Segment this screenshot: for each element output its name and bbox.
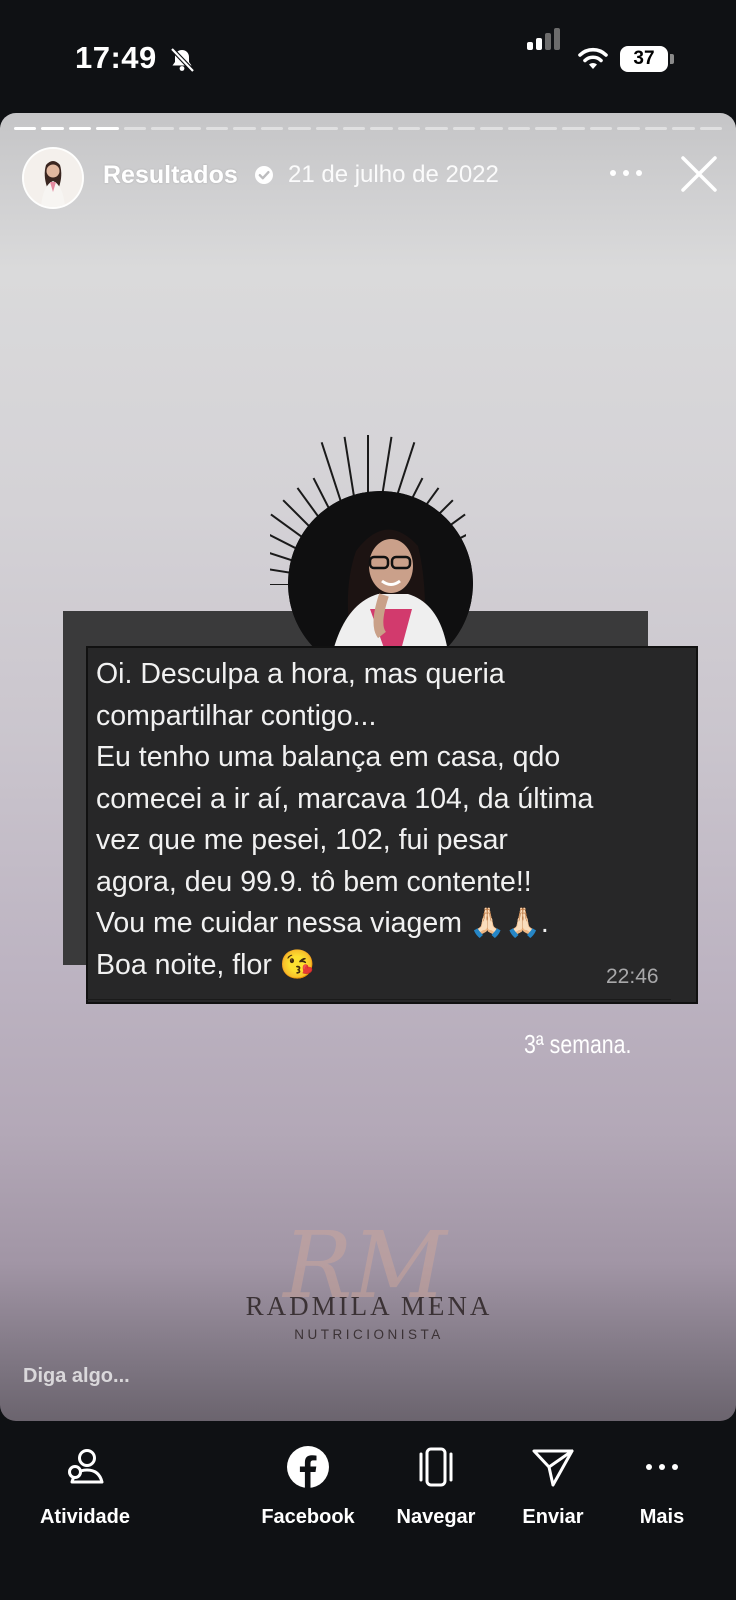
progress-segment: [151, 127, 174, 130]
battery-tip: [670, 54, 674, 64]
message-line: Vou me cuidar nessa viagem 🙏🏻🙏🏻.: [96, 907, 549, 939]
message-time: 22:46: [606, 965, 659, 988]
tab-navigate-label: Navegar: [396, 1506, 476, 1528]
message-line: Boa noite, flor 😘: [96, 948, 316, 981]
message-line: Eu tenho uma balança em casa, qdo: [96, 741, 561, 773]
progress-segment: [123, 127, 147, 130]
send-icon: [532, 1449, 574, 1487]
tab-facebook[interactable]: Facebook: [254, 1445, 362, 1529]
tab-facebook-label: Facebook: [261, 1506, 355, 1528]
story-options-icon[interactable]: [609, 169, 643, 177]
status-bar: 17:49 37: [0, 0, 736, 112]
verified-badge-icon: [255, 166, 273, 184]
progress-segment: [233, 127, 256, 130]
progress-segment: [535, 127, 558, 130]
more-icon: [646, 1464, 678, 1470]
logo-subtitle: NUTRICIONISTA: [294, 1327, 444, 1342]
message-line: compartilhar contigo...: [96, 699, 377, 732]
progress-segment: [68, 127, 92, 130]
progress-segment: [507, 127, 531, 130]
progress-segment: [562, 127, 585, 130]
progress-segment: [397, 127, 421, 130]
facebook-icon: [287, 1446, 329, 1489]
story-author-name[interactable]: Resultados: [103, 161, 238, 190]
progress-segment: [370, 127, 393, 130]
progress-segment: [672, 127, 695, 130]
progress-segment: [288, 127, 311, 130]
tab-send-label: Enviar: [522, 1506, 584, 1528]
message-line: agora, deu 99.9. tô bem contente!!: [96, 865, 532, 898]
story-date: 21 de julho de 2022: [288, 161, 499, 188]
progress-segment: [14, 127, 37, 130]
story-progress-bar: [14, 127, 722, 130]
progress-segment: [699, 127, 722, 130]
author-avatar[interactable]: [22, 147, 84, 209]
progress-segment: [589, 127, 613, 130]
story-caption: 3ª semana.: [524, 1029, 632, 1059]
progress-segment: [260, 127, 284, 130]
progress-segment: [617, 127, 640, 130]
tab-navigate[interactable]: Navegar: [388, 1445, 484, 1529]
message-line: comecei a ir aí, marcava 104, da última: [96, 782, 594, 815]
progress-segment: [480, 127, 503, 130]
progress-segment: [178, 127, 201, 130]
activity-icon: [68, 1449, 104, 1484]
progress-segment: [425, 127, 448, 130]
message-line: vez que me pesei, 102, fui pesar: [96, 824, 508, 856]
battery-indicator: 37: [620, 46, 668, 72]
tab-send[interactable]: Enviar: [510, 1445, 596, 1529]
message-line: Oi. Desculpa a hora, mas queria: [96, 658, 505, 690]
logo-name: RADMILA MENA: [245, 1291, 493, 1321]
card-underline: [86, 999, 671, 1000]
progress-segment: [96, 127, 119, 130]
progress-segment: [315, 127, 339, 130]
chat-message-text: Oi. Desculpa a hora, mas queria compartil…: [96, 654, 686, 986]
progress-segment: [644, 127, 668, 130]
progress-segment: [205, 127, 229, 130]
status-time: 17:49: [75, 40, 157, 75]
navigate-icon: [419, 1447, 453, 1487]
tab-activity-label: Atividade: [39, 1506, 131, 1528]
story-viewer[interactable]: Resultados 21 de julho de 2022 Oi. Descu…: [0, 113, 736, 1421]
wifi-icon: [578, 47, 608, 69]
muted-bell-icon: [170, 47, 195, 73]
story-header: Resultados 21 de julho de 2022: [0, 143, 736, 209]
close-icon[interactable]: [680, 155, 718, 193]
progress-segment: [343, 127, 366, 130]
bottom-action-bar: Atividade Facebook Navegar Enviar Mais: [0, 1421, 736, 1600]
progress-segment: [452, 127, 476, 130]
tab-activity[interactable]: Atividade: [35, 1445, 135, 1529]
reply-input[interactable]: Diga algo...: [23, 1365, 130, 1388]
tab-more-label: Mais: [639, 1506, 685, 1528]
progress-segment: [41, 127, 64, 130]
tab-more[interactable]: Mais: [622, 1445, 702, 1529]
